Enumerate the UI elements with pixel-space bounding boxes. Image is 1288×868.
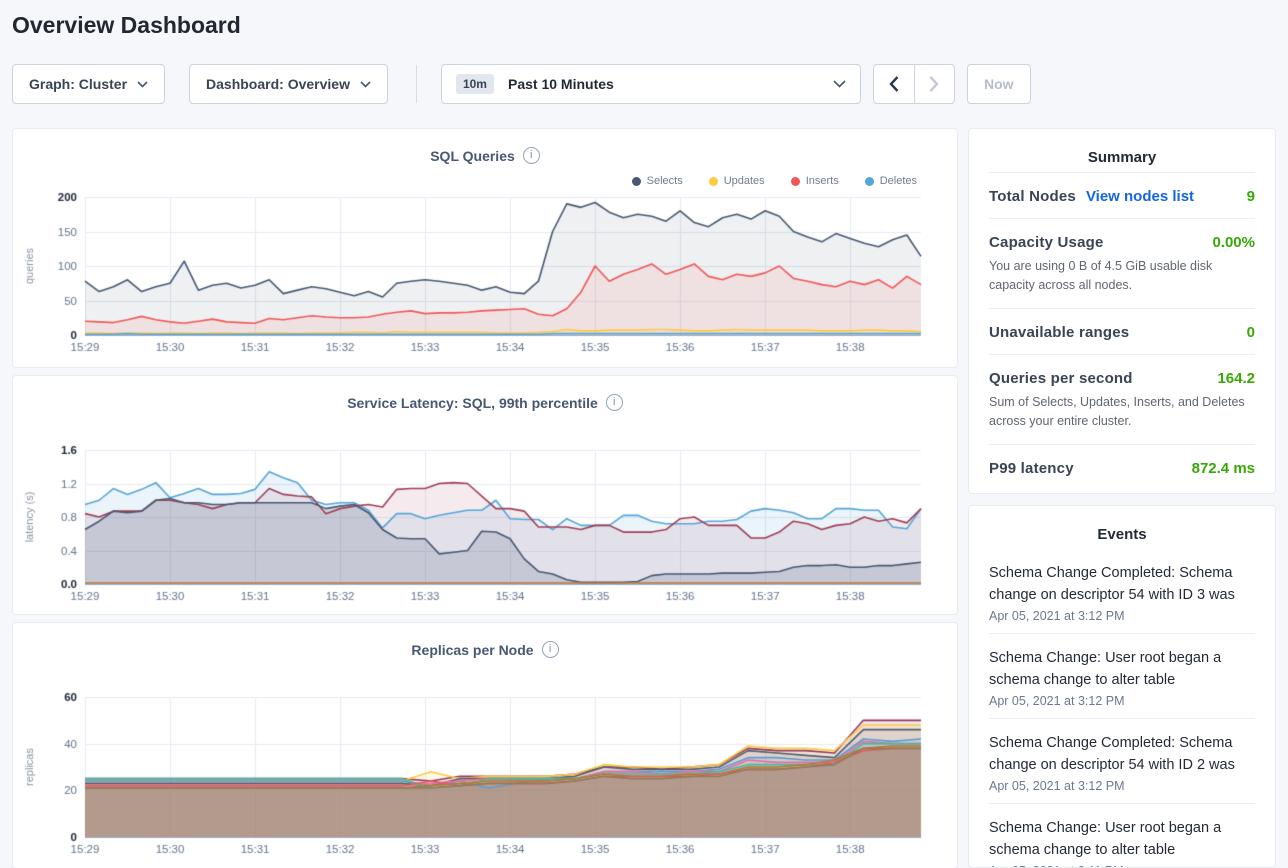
legend-label: Inserts — [806, 175, 839, 187]
graph-dropdown-label: Graph: Cluster — [29, 76, 127, 92]
events-title: Events — [989, 506, 1255, 549]
replicas-per-node-chart[interactable] — [21, 689, 951, 861]
sql-queries-chart[interactable] — [21, 189, 951, 359]
time-range-selector[interactable]: 10m Past 10 Minutes — [441, 64, 861, 104]
time-range-label: Past 10 Minutes — [508, 76, 833, 92]
info-icon[interactable]: i — [606, 394, 623, 411]
event-item: Schema Change Completed: Schema change o… — [989, 549, 1255, 633]
event-text[interactable]: Schema Change Completed: Schema change o… — [989, 732, 1255, 776]
view-nodes-list-link[interactable]: View nodes list — [1086, 188, 1194, 205]
legend-dot-icon — [632, 177, 641, 186]
next-range-button[interactable] — [914, 65, 954, 103]
total-nodes-label: Total Nodes — [989, 188, 1076, 205]
unavailable-ranges-label: Unavailable ranges — [989, 324, 1129, 341]
events-panel: Events Schema Change Completed: Schema c… — [968, 505, 1276, 868]
dashboard-dropdown[interactable]: Dashboard: Overview — [189, 64, 388, 104]
legend-label: Updates — [724, 175, 765, 187]
legend-item-updates[interactable]: Updates — [709, 175, 765, 187]
legend-item-selects[interactable]: Selects — [632, 175, 683, 187]
legend-label: Selects — [647, 175, 683, 187]
legend-dot-icon — [791, 177, 800, 186]
events-list: Schema Change Completed: Schema change o… — [989, 549, 1255, 868]
capacity-usage-label: Capacity Usage — [989, 234, 1104, 251]
queries-per-second-label: Queries per second — [989, 370, 1133, 387]
chevron-right-icon — [929, 76, 939, 92]
previous-range-button[interactable] — [874, 65, 914, 103]
graph-dropdown[interactable]: Graph: Cluster — [12, 64, 165, 104]
summary-title: Summary — [989, 129, 1255, 172]
time-range-badge: 10m — [456, 74, 494, 94]
legend-item-deletes[interactable]: Deletes — [865, 175, 917, 187]
p99-latency-value: 872.4 ms — [1192, 460, 1255, 477]
sql-queries-legend: Selects Updates Inserts Deletes — [632, 175, 917, 187]
sql-queries-panel: SQL Queries i Selects Updates Inserts Delet… — [12, 128, 958, 368]
capacity-usage-value: 0.00% — [1212, 234, 1255, 251]
chart-title: Replicas per Node — [411, 642, 533, 658]
dashboard-dropdown-label: Dashboard: Overview — [206, 76, 350, 92]
replicas-per-node-panel: Replicas per Node i — [12, 622, 958, 868]
summary-row-capacity-usage: Capacity Usage 0.00% You are using 0 B o… — [989, 218, 1255, 308]
legend-label: Deletes — [880, 175, 917, 187]
event-item: Schema Change: User root began a schema … — [989, 633, 1255, 718]
chart-title: SQL Queries — [430, 148, 515, 164]
toolbar-divider — [416, 65, 417, 103]
total-nodes-value: 9 — [1247, 188, 1255, 205]
event-text[interactable]: Schema Change: User root began a schema … — [989, 817, 1255, 861]
event-timestamp: Apr 05, 2021 at 3:12 PM — [989, 779, 1255, 793]
summary-panel: Summary Total Nodes View nodes list 9 Ca… — [968, 128, 1276, 494]
queries-per-second-description: Sum of Selects, Updates, Inserts, and De… — [989, 393, 1255, 431]
info-icon[interactable]: i — [542, 641, 559, 658]
chart-title: Service Latency: SQL, 99th percentile — [347, 395, 598, 411]
event-timestamp: Apr 05, 2021 at 3:11 PM — [989, 864, 1255, 868]
p99-latency-label: P99 latency — [989, 460, 1074, 477]
legend-dot-icon — [709, 177, 718, 186]
event-text[interactable]: Schema Change Completed: Schema change o… — [989, 562, 1255, 606]
event-item: Schema Change Completed: Schema change o… — [989, 718, 1255, 803]
page-title: Overview Dashboard — [12, 12, 241, 39]
service-latency-panel: Service Latency: SQL, 99th percentile i — [12, 375, 958, 615]
legend-dot-icon — [865, 177, 874, 186]
time-step-buttons — [873, 64, 955, 104]
summary-row-queries-per-second: Queries per second 164.2 Sum of Selects,… — [989, 354, 1255, 444]
chevron-down-icon — [360, 81, 371, 88]
toolbar: Graph: Cluster Dashboard: Overview 10m P… — [12, 64, 1031, 104]
summary-row-total-nodes: Total Nodes View nodes list 9 — [989, 172, 1255, 218]
legend-item-inserts[interactable]: Inserts — [791, 175, 839, 187]
chevron-left-icon — [889, 76, 899, 92]
queries-per-second-value: 164.2 — [1217, 370, 1255, 387]
info-icon[interactable]: i — [523, 147, 540, 164]
summary-row-unavailable-ranges: Unavailable ranges 0 — [989, 308, 1255, 354]
event-text[interactable]: Schema Change: User root began a schema … — [989, 647, 1255, 691]
capacity-usage-description: You are using 0 B of 4.5 GiB usable disk… — [989, 257, 1255, 295]
chevron-down-icon — [137, 81, 148, 88]
event-item: Schema Change: User root began a schema … — [989, 803, 1255, 868]
summary-row-p99-latency: P99 latency 872.4 ms — [989, 444, 1255, 490]
now-button-label: Now — [984, 76, 1014, 92]
chevron-down-icon — [833, 80, 846, 88]
service-latency-chart[interactable] — [21, 442, 951, 608]
overview-dashboard-page: Overview Dashboard Graph: Cluster Dashbo… — [0, 0, 1288, 868]
event-timestamp: Apr 05, 2021 at 3:12 PM — [989, 694, 1255, 708]
unavailable-ranges-value: 0 — [1247, 324, 1255, 341]
event-timestamp: Apr 05, 2021 at 3:12 PM — [989, 609, 1255, 623]
now-button[interactable]: Now — [967, 64, 1031, 104]
